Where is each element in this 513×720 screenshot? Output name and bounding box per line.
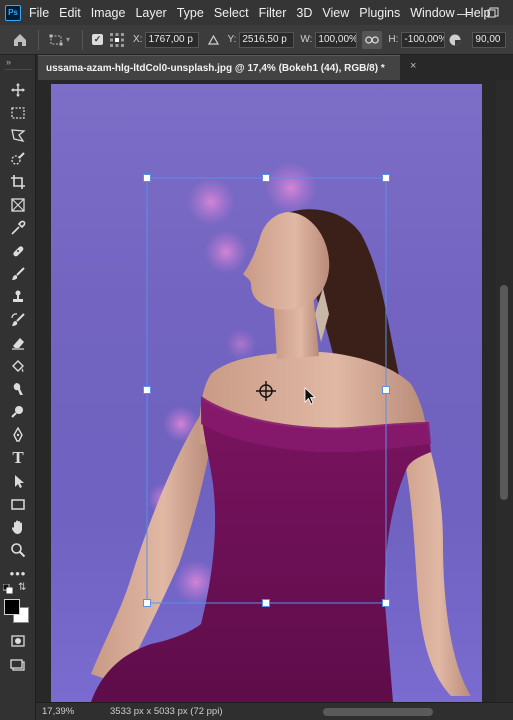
reference-point-grid-icon[interactable]: [109, 32, 125, 48]
x-position-field[interactable]: 1767,00 p: [145, 31, 200, 48]
restore-icon[interactable]: [480, 0, 506, 25]
width-field[interactable]: 100,00%: [315, 31, 358, 48]
vertical-scroll-thumb[interactable]: [500, 285, 508, 500]
screen-mode-icon[interactable]: [6, 655, 30, 675]
menu-layer[interactable]: Layer: [135, 6, 166, 20]
angle-field[interactable]: 90,00: [472, 31, 507, 48]
height-field[interactable]: -100,00%: [401, 31, 446, 48]
menu-select[interactable]: Select: [214, 6, 249, 20]
healing-brush-tool-icon[interactable]: [6, 241, 30, 261]
dodge-tool-icon[interactable]: [6, 402, 30, 422]
quick-mask-icon[interactable]: [6, 631, 30, 651]
home-icon[interactable]: [12, 32, 28, 48]
path-selection-tool-icon[interactable]: [6, 471, 30, 491]
menu-plugins[interactable]: Plugins: [359, 6, 400, 20]
x-label: X:: [133, 34, 143, 45]
crop-tool-icon[interactable]: [6, 172, 30, 192]
more-tools-icon[interactable]: •••: [6, 563, 30, 583]
minimize-icon[interactable]: —: [451, 0, 477, 25]
h-label: H:: [388, 34, 399, 45]
document-tab[interactable]: ussama-azam-hlg-ltdCol0-unsplash.jpg @ 1…: [38, 55, 400, 80]
divider: [82, 29, 84, 50]
transform-tool-icon[interactable]: [48, 32, 64, 48]
marquee-tool-icon[interactable]: [6, 103, 30, 123]
eyedropper-tool-icon[interactable]: [6, 218, 30, 238]
divider: [4, 69, 32, 70]
document-title: ussama-azam-hlg-ltdCol0-unsplash.jpg @ 1…: [46, 62, 385, 74]
rotate-icon[interactable]: [448, 33, 462, 47]
close-tab-icon[interactable]: ×: [410, 60, 416, 72]
canvas-area[interactable]: [36, 80, 496, 702]
menu-image[interactable]: Image: [91, 6, 126, 20]
chevron-down-icon[interactable]: ▾: [66, 35, 70, 44]
lasso-tool-icon[interactable]: [6, 126, 30, 146]
pen-tool-icon[interactable]: [6, 425, 30, 445]
brush-tool-icon[interactable]: [6, 264, 30, 284]
menu-window[interactable]: Window: [410, 6, 454, 20]
frame-tool-icon[interactable]: [6, 195, 30, 215]
vertical-scrollbar[interactable]: [496, 80, 513, 702]
hand-tool-icon[interactable]: [6, 517, 30, 537]
type-tool-icon[interactable]: T: [6, 448, 30, 468]
horizontal-scroll-thumb[interactable]: [323, 708, 433, 716]
menu-bar: Ps File Edit Image Layer Type Select Fil…: [0, 0, 513, 25]
options-bar: ▾ ✓ X: 1767,00 p Y: 2516,50 p W: 100,00%…: [0, 25, 513, 55]
menu-3d[interactable]: 3D: [296, 6, 312, 20]
y-position-field[interactable]: 2516,50 p: [239, 31, 295, 48]
foreground-color-swatch[interactable]: [4, 599, 20, 615]
photo-illustration: [91, 162, 471, 702]
quick-selection-tool-icon[interactable]: [6, 149, 30, 169]
tools-panel: » T ••• ⇅: [0, 55, 36, 720]
swap-colors-icon[interactable]: ⇅: [18, 582, 26, 593]
menu-file[interactable]: File: [29, 6, 49, 20]
document-tab-bar: ussama-azam-hlg-ltdCol0-unsplash.jpg @ 1…: [36, 55, 513, 80]
status-bar: 17,39% 3533 px x 5033 px (72 ppi): [36, 702, 513, 720]
divider: [38, 29, 39, 50]
document-size: 3533 px x 5033 px (72 ppi): [110, 706, 223, 717]
move-tool-icon[interactable]: [6, 80, 30, 100]
y-label: Y:: [227, 34, 237, 45]
menu-view[interactable]: View: [322, 6, 349, 20]
triangle-icon[interactable]: [208, 34, 220, 45]
history-brush-tool-icon[interactable]: [6, 310, 30, 330]
eraser-tool-icon[interactable]: [6, 333, 30, 353]
link-icon[interactable]: [362, 30, 383, 49]
document-image[interactable]: [51, 84, 482, 702]
reference-point-checkbox[interactable]: ✓: [92, 34, 104, 45]
paint-bucket-tool-icon[interactable]: [6, 356, 30, 376]
menu-type[interactable]: Type: [177, 6, 204, 20]
menu-edit[interactable]: Edit: [59, 6, 81, 20]
clone-stamp-tool-icon[interactable]: [6, 287, 30, 307]
default-colors-icon[interactable]: [2, 583, 13, 594]
rectangle-tool-icon[interactable]: [6, 494, 30, 514]
collapse-chevron-icon[interactable]: »: [6, 57, 11, 67]
w-label: W:: [300, 34, 313, 45]
zoom-tool-icon[interactable]: [6, 540, 30, 560]
zoom-level[interactable]: 17,39%: [42, 706, 102, 717]
menu-filter[interactable]: Filter: [259, 6, 287, 20]
photoshop-logo[interactable]: Ps: [5, 4, 21, 21]
smudge-tool-icon[interactable]: [6, 379, 30, 399]
